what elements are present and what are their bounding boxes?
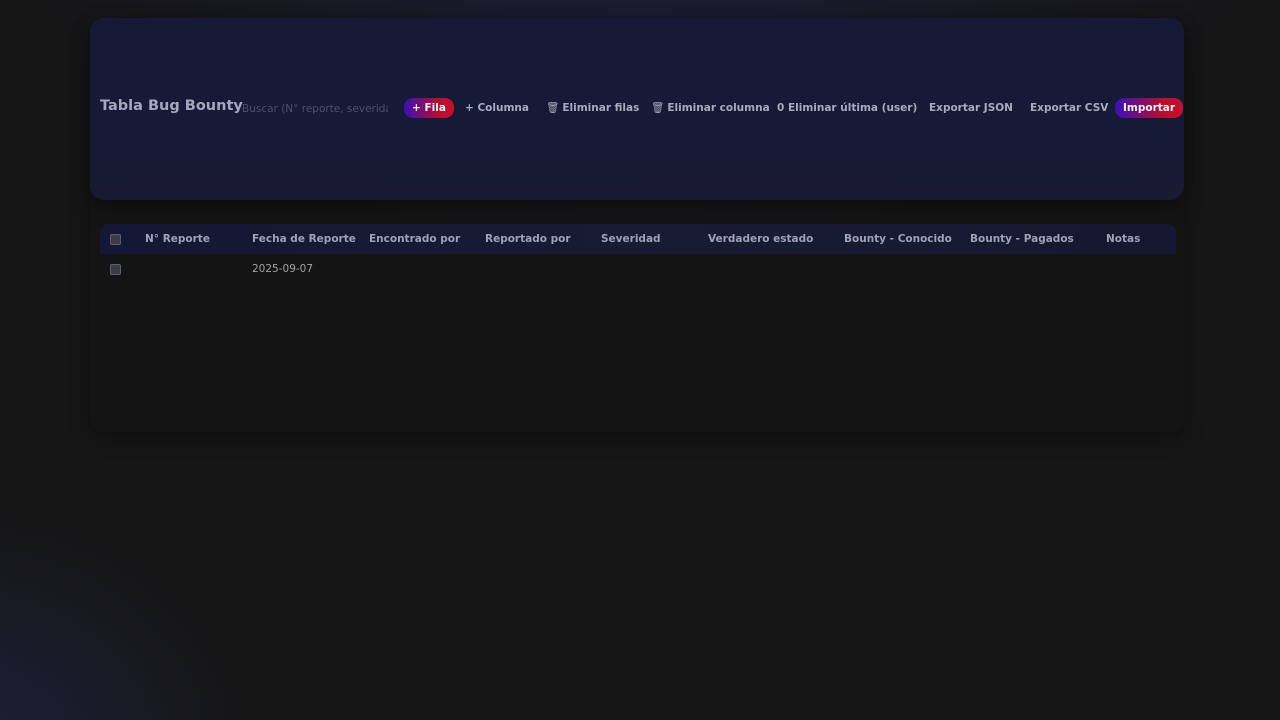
export-json-label: Exportar JSON	[929, 102, 1013, 114]
add-row-label: + Fila	[412, 102, 446, 114]
delete-rows-label: Eliminar filas	[562, 102, 640, 114]
export-csv-label: Exportar CSV	[1030, 102, 1109, 114]
column-header-bounty-paid[interactable]: Bounty - Pagados	[970, 224, 1074, 254]
column-header-report-number[interactable]: N° Reporte	[145, 224, 210, 254]
page-title: Tabla Bug Bounty	[100, 98, 243, 114]
export-csv-button[interactable]: Exportar CSV	[1030, 98, 1108, 118]
column-header-true-status[interactable]: Verdadero estado	[708, 224, 813, 254]
table-row: 2025-09-07	[100, 254, 1176, 284]
delete-column-button[interactable]: 🗑 Eliminar columna	[651, 98, 770, 118]
delete-last-button[interactable]: 0 Eliminar última (user)	[777, 98, 917, 118]
export-json-button[interactable]: Exportar JSON	[929, 98, 1013, 118]
table-header: N° Reporte Fecha de Reporte Encontrado p…	[100, 224, 1176, 254]
search-input[interactable]	[242, 100, 388, 118]
row-select-checkbox[interactable]	[110, 264, 121, 275]
add-row-button[interactable]: + Fila	[404, 98, 454, 118]
select-all-checkbox[interactable]	[110, 234, 121, 245]
cell-report-date[interactable]: 2025-09-07	[252, 254, 313, 284]
column-header-found-by[interactable]: Encontrado por	[369, 224, 460, 254]
add-column-label: + Columna	[465, 102, 529, 114]
column-header-reported-by[interactable]: Reportado por	[485, 224, 571, 254]
import-label: Importar	[1123, 102, 1176, 114]
trash-icon: 🗑	[651, 102, 665, 114]
import-button[interactable]: Importar	[1115, 98, 1184, 118]
column-header-severity[interactable]: Severidad	[601, 224, 661, 254]
delete-rows-button[interactable]: 🗑 Eliminar filas	[546, 98, 639, 118]
column-header-notes[interactable]: Notas	[1106, 224, 1140, 254]
delete-last-label: 0 Eliminar última (user)	[777, 102, 918, 114]
data-table: N° Reporte Fecha de Reporte Encontrado p…	[100, 224, 1176, 284]
column-header-bounty-known[interactable]: Bounty - Conocido	[844, 224, 952, 254]
delete-column-label: Eliminar columna	[667, 102, 770, 114]
column-header-report-date[interactable]: Fecha de Reporte	[252, 224, 356, 254]
app-container: Tabla Bug Bounty + Fila + Columna 🗑Elimi…	[90, 18, 1184, 432]
trash-icon: 🗑	[546, 102, 560, 114]
add-column-button[interactable]: + Columna	[465, 98, 529, 118]
toolbar: Tabla Bug Bounty + Fila + Columna 🗑Elimi…	[90, 18, 1184, 200]
